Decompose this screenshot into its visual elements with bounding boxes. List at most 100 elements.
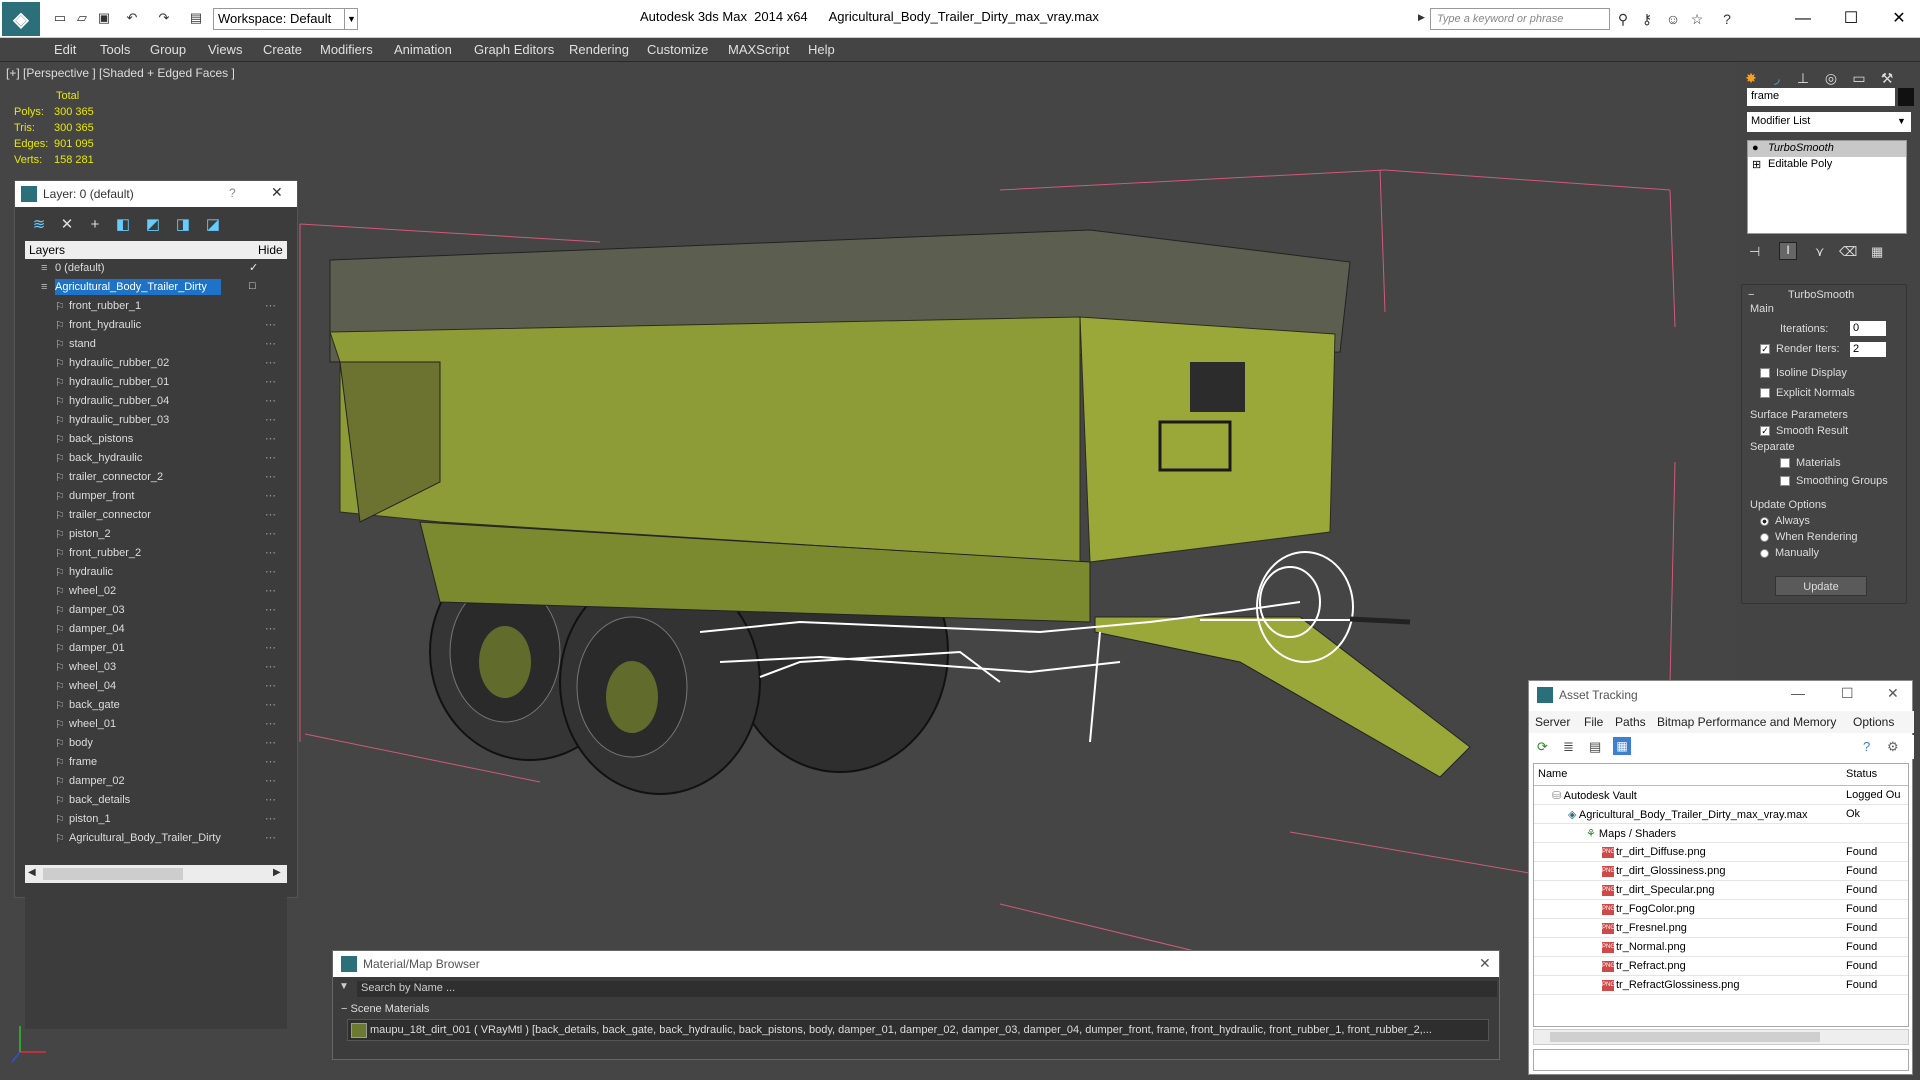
layer-row-selected[interactable]: ≡ Agricultural_Body_Trailer_Dirty □	[25, 278, 287, 297]
user-icon[interactable]: ☺	[1664, 10, 1682, 28]
help-icon[interactable]: ?	[229, 186, 236, 200]
explicit-normals-checkbox[interactable]	[1760, 388, 1770, 399]
hide-toggle[interactable]: ⋯	[265, 451, 276, 464]
asset-row[interactable]: PNGtr_dirt_Glossiness.png Found	[1534, 862, 1908, 881]
update-button[interactable]: Update	[1775, 576, 1867, 596]
layer-row[interactable]: ⚐ piston_1 ⋯	[25, 810, 287, 829]
layer-row[interactable]: ⚐ body ⋯	[25, 734, 287, 753]
layer-row[interactable]: ⚐ wheel_01 ⋯	[25, 715, 287, 734]
asset-row[interactable]: PNGtr_RefractGlossiness.png Found	[1534, 976, 1908, 995]
hide-toggle[interactable]: ⋯	[265, 318, 276, 331]
layer-row[interactable]: ⚐ back_pistons ⋯	[25, 430, 287, 449]
layer-row[interactable]: ⚐ piston_2 ⋯	[25, 525, 287, 544]
asset-row[interactable]: ⚘ Maps / Shaders	[1534, 824, 1908, 843]
scroll-left-icon[interactable]: ◀	[28, 867, 36, 878]
material-item[interactable]: maupu_18t_dirt_001 ( VRayMtl ) [back_det…	[347, 1019, 1489, 1041]
maximize-icon[interactable]: ☐	[1836, 6, 1866, 32]
hide-toggle[interactable]: ⋯	[265, 679, 276, 692]
hide-toggle[interactable]: ⋯	[265, 394, 276, 407]
workspace-dropdown[interactable]: Workspace: Default	[213, 8, 358, 30]
remove-modifier-icon[interactable]: ⌫	[1839, 244, 1857, 260]
help-icon[interactable]: ?	[1718, 10, 1736, 28]
smooth-result-checkbox[interactable]: ✓	[1760, 426, 1770, 437]
menu-animation[interactable]: Animation	[394, 42, 452, 57]
layer-settings-icon[interactable]: ≋	[29, 215, 49, 235]
materials-checkbox[interactable]	[1780, 458, 1790, 469]
minimize-icon[interactable]: —	[1788, 6, 1818, 32]
when-rendering-radio[interactable]	[1760, 532, 1769, 542]
detail-view-icon[interactable]: ▤	[1589, 739, 1601, 755]
layer-row[interactable]: ⚐ wheel_04 ⋯	[25, 677, 287, 696]
motion-tab-icon[interactable]: ◎	[1819, 68, 1843, 88]
layer-row[interactable]: ⚐ Agricultural_Body_Trailer_Dirty ⋯	[25, 829, 287, 848]
asset-row[interactable]: PNGtr_Normal.png Found	[1534, 938, 1908, 957]
menu-create[interactable]: Create	[263, 42, 302, 57]
undo-icon[interactable]: ↶	[124, 10, 140, 26]
hide-toggle[interactable]: ⋯	[265, 736, 276, 749]
refresh-icon[interactable]: ⟳	[1537, 739, 1548, 755]
chevron-down-icon[interactable]: ▼	[1897, 116, 1906, 126]
configure-modifier-sets-icon[interactable]: ▦	[1871, 244, 1883, 260]
hide-toggle[interactable]: ⋯	[265, 755, 276, 768]
menu-customize[interactable]: Customize	[647, 42, 708, 57]
stack-item-turbosmooth[interactable]: ● TurboSmooth	[1748, 141, 1906, 157]
hide-toggle[interactable]: ⋯	[265, 603, 276, 616]
always-radio[interactable]	[1760, 516, 1769, 526]
menu-rendering[interactable]: Rendering	[569, 42, 629, 57]
layer-row[interactable]: ⚐ damper_03 ⋯	[25, 601, 287, 620]
highlight-layer-icon[interactable]: ◩	[143, 215, 163, 235]
hide-toggle[interactable]: ⋯	[265, 812, 276, 825]
settings-icon[interactable]: ⚙	[1887, 739, 1899, 755]
close-icon[interactable]: ✕	[271, 184, 283, 201]
modify-tab-icon[interactable]: ◞	[1765, 68, 1789, 88]
scrollbar-thumb[interactable]	[43, 868, 183, 880]
column-status[interactable]: Status	[1846, 768, 1877, 780]
rollout-title[interactable]: TurboSmooth	[1788, 289, 1854, 301]
layer-row[interactable]: ⚐ trailer_connector ⋯	[25, 506, 287, 525]
hide-toggle[interactable]: ⋯	[265, 546, 276, 559]
layer-row[interactable]: ⚐ wheel_03 ⋯	[25, 658, 287, 677]
hide-toggle[interactable]: ⋯	[265, 641, 276, 654]
layer-row[interactable]: ⚐ hydraulic ⋯	[25, 563, 287, 582]
layer-row[interactable]: ⚐ hydraulic_rubber_03 ⋯	[25, 411, 287, 430]
layer-row[interactable]: ⚐ front_rubber_1 ⋯	[25, 297, 287, 316]
layer-row[interactable]: ⚐ front_hydraulic ⋯	[25, 316, 287, 335]
scroll-right-icon[interactable]: ▶	[273, 867, 281, 878]
menu-file[interactable]: File	[1584, 715, 1603, 729]
redo-icon[interactable]: ↷	[156, 10, 172, 26]
hide-toggle[interactable]: ⋯	[265, 584, 276, 597]
layer-row[interactable]: ⚐ stand ⋯	[25, 335, 287, 354]
app-logo-icon[interactable]: ◈	[2, 2, 40, 36]
column-layers[interactable]: Layers	[29, 243, 65, 257]
menu-tools[interactable]: Tools	[100, 42, 130, 57]
layer-row[interactable]: ⚐ dumper_front ⋯	[25, 487, 287, 506]
stack-item-editable-poly[interactable]: ⊞ Editable Poly	[1748, 157, 1906, 173]
menu-options[interactable]: Options	[1853, 715, 1894, 729]
table-view-icon[interactable]: ▦	[1613, 737, 1631, 755]
asset-row[interactable]: ⛁ Autodesk Vault Logged Ou	[1534, 786, 1908, 805]
smoothing-groups-checkbox[interactable]	[1780, 476, 1790, 487]
hide-toggle[interactable]: ⋯	[265, 413, 276, 426]
menu-bitmap-performance[interactable]: Bitmap Performance and Memory	[1657, 715, 1836, 729]
menu-graph-editors[interactable]: Graph Editors	[474, 42, 554, 57]
hide-toggle[interactable]: ⋯	[265, 660, 276, 673]
asset-row[interactable]: PNGtr_Fresnel.png Found	[1534, 919, 1908, 938]
minimize-icon[interactable]: —	[1791, 685, 1805, 701]
modifier-list-dropdown[interactable]: Modifier List	[1747, 112, 1911, 132]
chevron-down-icon[interactable]: ▼	[344, 8, 358, 30]
hide-toggle[interactable]: ⋯	[265, 375, 276, 388]
menu-views[interactable]: Views	[208, 42, 242, 57]
close-icon[interactable]: ✕	[1887, 685, 1899, 702]
layer-row[interactable]: ⚐ hydraulic_rubber_01 ⋯	[25, 373, 287, 392]
isoline-checkbox[interactable]	[1760, 368, 1770, 379]
object-color-swatch[interactable]	[1898, 88, 1914, 106]
browser-options-icon[interactable]: ▼	[339, 981, 349, 992]
hide-toggle[interactable]: ⋯	[265, 470, 276, 483]
menu-paths[interactable]: Paths	[1615, 715, 1646, 729]
close-icon[interactable]: ✕	[1884, 6, 1914, 32]
layer-panel-header[interactable]: Layer: 0 (default) ? ✕	[15, 181, 297, 207]
layer-row[interactable]: ≡ 0 (default) ✓	[25, 259, 287, 278]
scene-materials-group[interactable]: − Scene Materials	[341, 1003, 429, 1015]
show-end-result-icon[interactable]: I	[1779, 242, 1797, 260]
iterations-spinner[interactable]: 0	[1850, 321, 1886, 336]
